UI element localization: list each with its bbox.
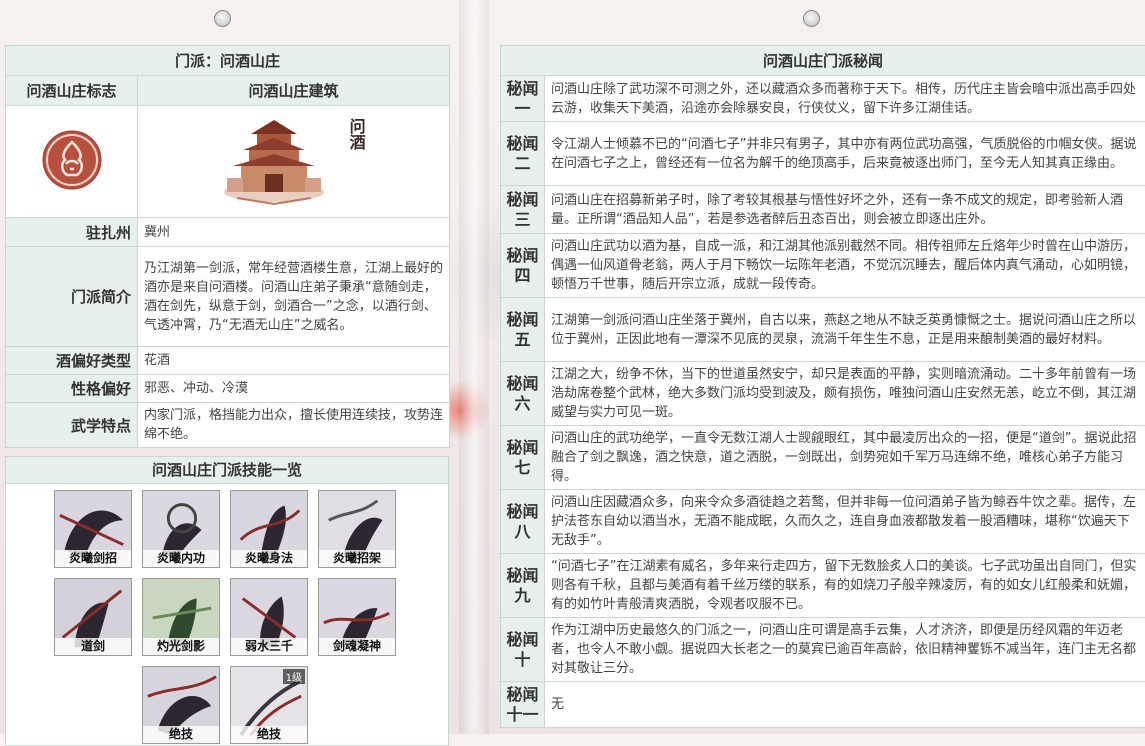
skill-name: 炎曦内功 bbox=[143, 550, 219, 567]
skill-name: 炎曦身法 bbox=[231, 550, 307, 567]
info-label-region: 驻扎州 bbox=[6, 218, 138, 247]
secret-text: 无 bbox=[545, 682, 1145, 728]
skill-tile[interactable]: 炎曦内功 bbox=[142, 490, 220, 568]
info-label-wine: 酒偏好类型 bbox=[6, 347, 138, 375]
skill-tile[interactable]: 道剑 bbox=[54, 578, 132, 656]
secret-text: 江湖第一剑派问酒山庄坐落于冀州，自古以来，燕赵之地从不缺乏英勇慷慨之士。据说问酒… bbox=[545, 298, 1145, 362]
skill-tile[interactable]: 剑魂凝神 bbox=[318, 578, 396, 656]
skill-tile[interactable]: 灼光剑影 bbox=[142, 578, 220, 656]
info-label-personality: 性格偏好 bbox=[6, 375, 138, 403]
secret-text: 问酒山庄武功以酒为基，自成一派，和江湖其他派别截然不同。相传祖师左丘烙年少时曾在… bbox=[545, 234, 1145, 298]
secret-label: 秘闻五 bbox=[501, 298, 545, 362]
secret-label: 秘闻十 bbox=[501, 618, 545, 682]
logo-column-header: 问酒山庄标志 bbox=[6, 76, 138, 106]
building-column-header: 问酒山庄建筑 bbox=[138, 76, 450, 106]
skill-tile[interactable]: 弱水三千 bbox=[230, 578, 308, 656]
skill-name: 道剑 bbox=[55, 638, 131, 655]
skill-name: 炎曦剑招 bbox=[55, 550, 131, 567]
info-value-intro: 乃江湖第一剑派，常年经营酒楼生意，江湖上最好的酒亦是来自问酒楼。问酒山庄弟子秉承… bbox=[138, 247, 450, 347]
building-sign-text: 问酒 bbox=[344, 118, 368, 150]
secret-label: 秘闻二 bbox=[501, 122, 545, 186]
skill-tile[interactable]: 炎曦剑招 bbox=[54, 490, 132, 568]
sect-title: 门派：问酒山庄 bbox=[6, 46, 450, 76]
secret-text: “问酒七子”在江湖素有威名，多年来行走四方，留下无数脍炙人口的美谈。七子武功虽出… bbox=[545, 554, 1145, 618]
skill-tile[interactable]: 绝技 bbox=[142, 666, 220, 744]
info-value-martial: 内家门派，格挡能力出众，擅长使用连续技，攻势连绵不绝。 bbox=[138, 403, 450, 448]
secret-label: 秘闻十一 bbox=[501, 682, 545, 728]
skills-title: 问酒山庄门派技能一览 bbox=[6, 457, 448, 484]
sect-building-image bbox=[219, 112, 339, 208]
secret-text: 问酒山庄因藏酒众多，向来令众多酒徒趋之若鹜，但并非每一位问酒弟子皆为鲸吞牛饮之辈… bbox=[545, 490, 1145, 554]
skill-tile[interactable]: 1级 绝技 bbox=[230, 666, 308, 744]
skill-level-tag: 1级 bbox=[283, 669, 305, 684]
skill-name: 剑魂凝神 bbox=[319, 638, 395, 655]
secret-text: 令江湖人士倾慕不已的“问酒七子”并非只有男子，其中亦有两位武功高强，气质脱俗的巾… bbox=[545, 122, 1145, 186]
page-divider bbox=[459, 0, 489, 734]
secrets-table: 问酒山庄门派秘闻 秘闻一 问酒山庄除了武功深不可测之外，还以藏酒众多而著称于天下… bbox=[500, 45, 1145, 728]
binder-ring-icon bbox=[803, 10, 820, 27]
secret-text: 江湖之大，纷争不休，当下的世道虽然安宁，却只是表面的平静，实则暗流涌动。二十多年… bbox=[545, 362, 1145, 426]
info-value-personality: 邪恶、冲动、冷漠 bbox=[138, 375, 450, 403]
info-label-intro: 门派简介 bbox=[6, 247, 138, 347]
sect-building-cell: 问酒 bbox=[138, 106, 450, 218]
skill-name: 绝技 bbox=[231, 726, 307, 743]
skill-name: 弱水三千 bbox=[231, 638, 307, 655]
info-label-martial: 武学特点 bbox=[6, 403, 138, 448]
skill-tile[interactable]: 炎曦身法 bbox=[230, 490, 308, 568]
secret-text: 问酒山庄除了武功深不可测之外，还以藏酒众多而著称于天下。相传，历代庄主皆会暗中派… bbox=[545, 76, 1145, 122]
skill-name: 炎曦招架 bbox=[319, 550, 395, 567]
secret-label: 秘闻八 bbox=[501, 490, 545, 554]
secret-label: 秘闻四 bbox=[501, 234, 545, 298]
sect-info-table: 门派：问酒山庄 问酒山庄标志 问酒山庄建筑 bbox=[5, 45, 450, 448]
secret-label: 秘闻九 bbox=[501, 554, 545, 618]
skill-tile[interactable]: 炎曦招架 bbox=[318, 490, 396, 568]
secret-label: 秘闻七 bbox=[501, 426, 545, 490]
secret-label: 秘闻三 bbox=[501, 186, 545, 234]
secret-label: 秘闻一 bbox=[501, 76, 545, 122]
secret-text: 作为江湖中历史最悠久的门派之一，问酒山庄可谓是高手云集，人才济济，即便是历经风霜… bbox=[545, 618, 1145, 682]
info-value-region: 冀州 bbox=[138, 218, 450, 247]
sect-logo-cell bbox=[6, 106, 138, 218]
secrets-title: 问酒山庄门派秘闻 bbox=[501, 46, 1145, 76]
info-value-wine: 花酒 bbox=[138, 347, 450, 375]
skill-name: 绝技 bbox=[143, 726, 219, 743]
secret-text: 问酒山庄在招募新弟子时，除了考较其根基与悟性好坏之外，还有一条不成文的规定，即考… bbox=[545, 186, 1145, 234]
secret-text: 问酒山庄的武功绝学，一直令无数江湖人士觊觎眼红，其中最凌厉出众的一招，便是“道剑… bbox=[545, 426, 1145, 490]
skills-panel: 问酒山庄门派技能一览 炎曦剑招 炎曦内功 炎曦身法 炎曦招架 道剑 灼光剑影 弱… bbox=[5, 456, 449, 746]
skill-name: 灼光剑影 bbox=[143, 638, 219, 655]
binder-ring-icon bbox=[214, 10, 231, 27]
secret-label: 秘闻六 bbox=[501, 362, 545, 426]
sect-logo-icon bbox=[41, 129, 103, 191]
